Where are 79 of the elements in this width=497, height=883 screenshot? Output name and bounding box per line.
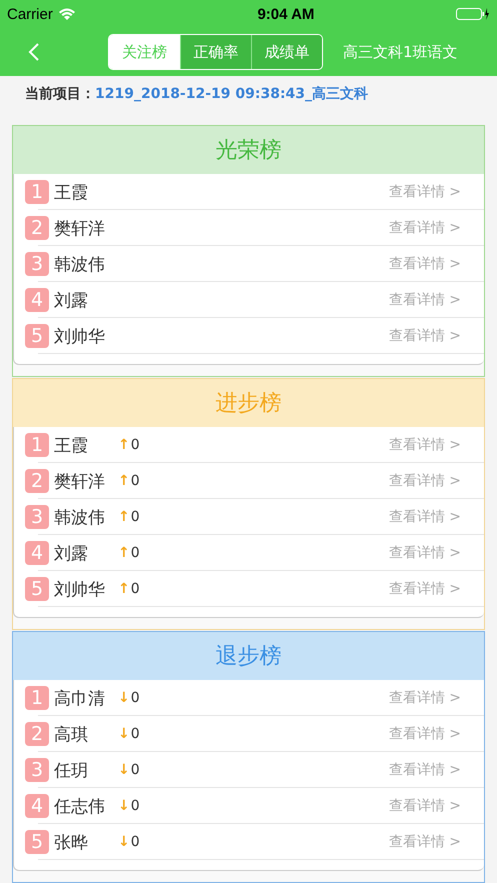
clock-time: 9:04 AM	[257, 6, 314, 22]
change-arrow: ↑	[118, 473, 130, 489]
rank-badge: 1	[25, 433, 49, 457]
detail-link[interactable]: 查看详情 >	[388, 544, 461, 562]
change-arrow: ↓	[118, 834, 130, 850]
change-arrow: ↑	[118, 581, 130, 597]
student-name: 任志伟	[54, 796, 106, 818]
change-arrow: ↓	[118, 762, 130, 778]
student-name: 樊轩洋	[54, 218, 106, 240]
detail-link[interactable]: 查看详情 >	[388, 219, 461, 237]
student-name: 王霞	[54, 434, 89, 456]
project-label: 当前项目：	[25, 85, 95, 103]
student-name: 任玥	[54, 760, 89, 782]
detail-link[interactable]: 查看详情 >	[388, 472, 461, 490]
rank-badge: 2	[25, 469, 49, 493]
student-name: 王霞	[54, 182, 89, 204]
carrier-label: Carrier	[7, 6, 53, 22]
change-arrow: ↑	[118, 545, 130, 561]
detail-link[interactable]: 查看详情 >	[388, 761, 461, 779]
rank-badge: 2	[25, 722, 49, 746]
rank-badge: 5	[25, 830, 49, 854]
change-arrow: ↓	[118, 690, 130, 706]
battery-icon	[456, 7, 490, 21]
segment-tab[interactable]: 关注榜	[109, 35, 180, 69]
detail-link[interactable]: 查看详情 >	[388, 725, 461, 743]
rank-badge: 3	[25, 505, 49, 529]
rank-badge: 3	[25, 252, 49, 276]
project-value: 1219_2018-12-19 09:38:43_高三文科	[95, 85, 368, 103]
change-arrow: ↓	[118, 798, 130, 814]
detail-link[interactable]: 查看详情 >	[388, 689, 461, 707]
detail-link[interactable]: 查看详情 >	[388, 580, 461, 598]
rank-badge: 2	[25, 216, 49, 240]
student-name: 刘帅华	[54, 578, 106, 600]
student-name: 张晔	[54, 832, 89, 854]
rank-badge: 4	[25, 794, 49, 818]
rank-badge: 1	[25, 180, 49, 204]
detail-link[interactable]: 查看详情 >	[388, 508, 461, 526]
change-value: 0	[130, 762, 140, 778]
change-value: 0	[130, 798, 140, 814]
student-name: 韩波伟	[54, 254, 106, 276]
segment-tab[interactable]: 正确率	[180, 35, 251, 69]
rank-badge: 4	[25, 288, 49, 312]
change-value: 0	[130, 437, 140, 453]
detail-link[interactable]: 查看详情 >	[388, 291, 461, 309]
change-value: 0	[130, 726, 140, 742]
detail-link[interactable]: 查看详情 >	[388, 183, 461, 201]
board-title: 进步榜	[13, 379, 484, 427]
student-name: 高琪	[54, 724, 89, 746]
segment-tab[interactable]: 成绩单	[251, 35, 322, 69]
detail-link[interactable]: 查看详情 >	[388, 833, 461, 851]
rank-badge: 5	[25, 577, 49, 601]
rank-badge: 1	[25, 686, 49, 710]
back-icon	[28, 42, 40, 62]
wifi-icon	[58, 8, 76, 20]
student-name: 刘帅华	[54, 326, 106, 348]
change-arrow: ↑	[118, 509, 130, 525]
change-arrow: ↑	[118, 437, 130, 453]
change-value: 0	[130, 545, 140, 561]
rank-badge: 4	[25, 541, 49, 565]
detail-link[interactable]: 查看详情 >	[388, 327, 461, 345]
change-value: 0	[130, 834, 140, 850]
board-title: 退步榜	[13, 632, 484, 680]
rank-badge: 3	[25, 758, 49, 782]
rank-badge: 5	[25, 324, 49, 348]
change-value: 0	[130, 509, 140, 525]
detail-link[interactable]: 查看详情 >	[388, 797, 461, 815]
detail-link[interactable]: 查看详情 >	[388, 436, 461, 454]
student-name: 樊轩洋	[54, 470, 106, 492]
change-value: 0	[130, 690, 140, 706]
student-name: 高巾清	[54, 688, 106, 710]
change-arrow: ↓	[118, 726, 130, 742]
student-name: 韩波伟	[54, 506, 106, 528]
student-name: 刘露	[54, 290, 89, 312]
student-name: 刘露	[54, 542, 89, 564]
nav-title: 高三文科1班语文	[343, 42, 458, 62]
detail-link[interactable]: 查看详情 >	[388, 255, 461, 273]
change-value: 0	[130, 581, 140, 597]
board-title: 光荣榜	[13, 126, 484, 174]
change-value: 0	[130, 473, 140, 489]
